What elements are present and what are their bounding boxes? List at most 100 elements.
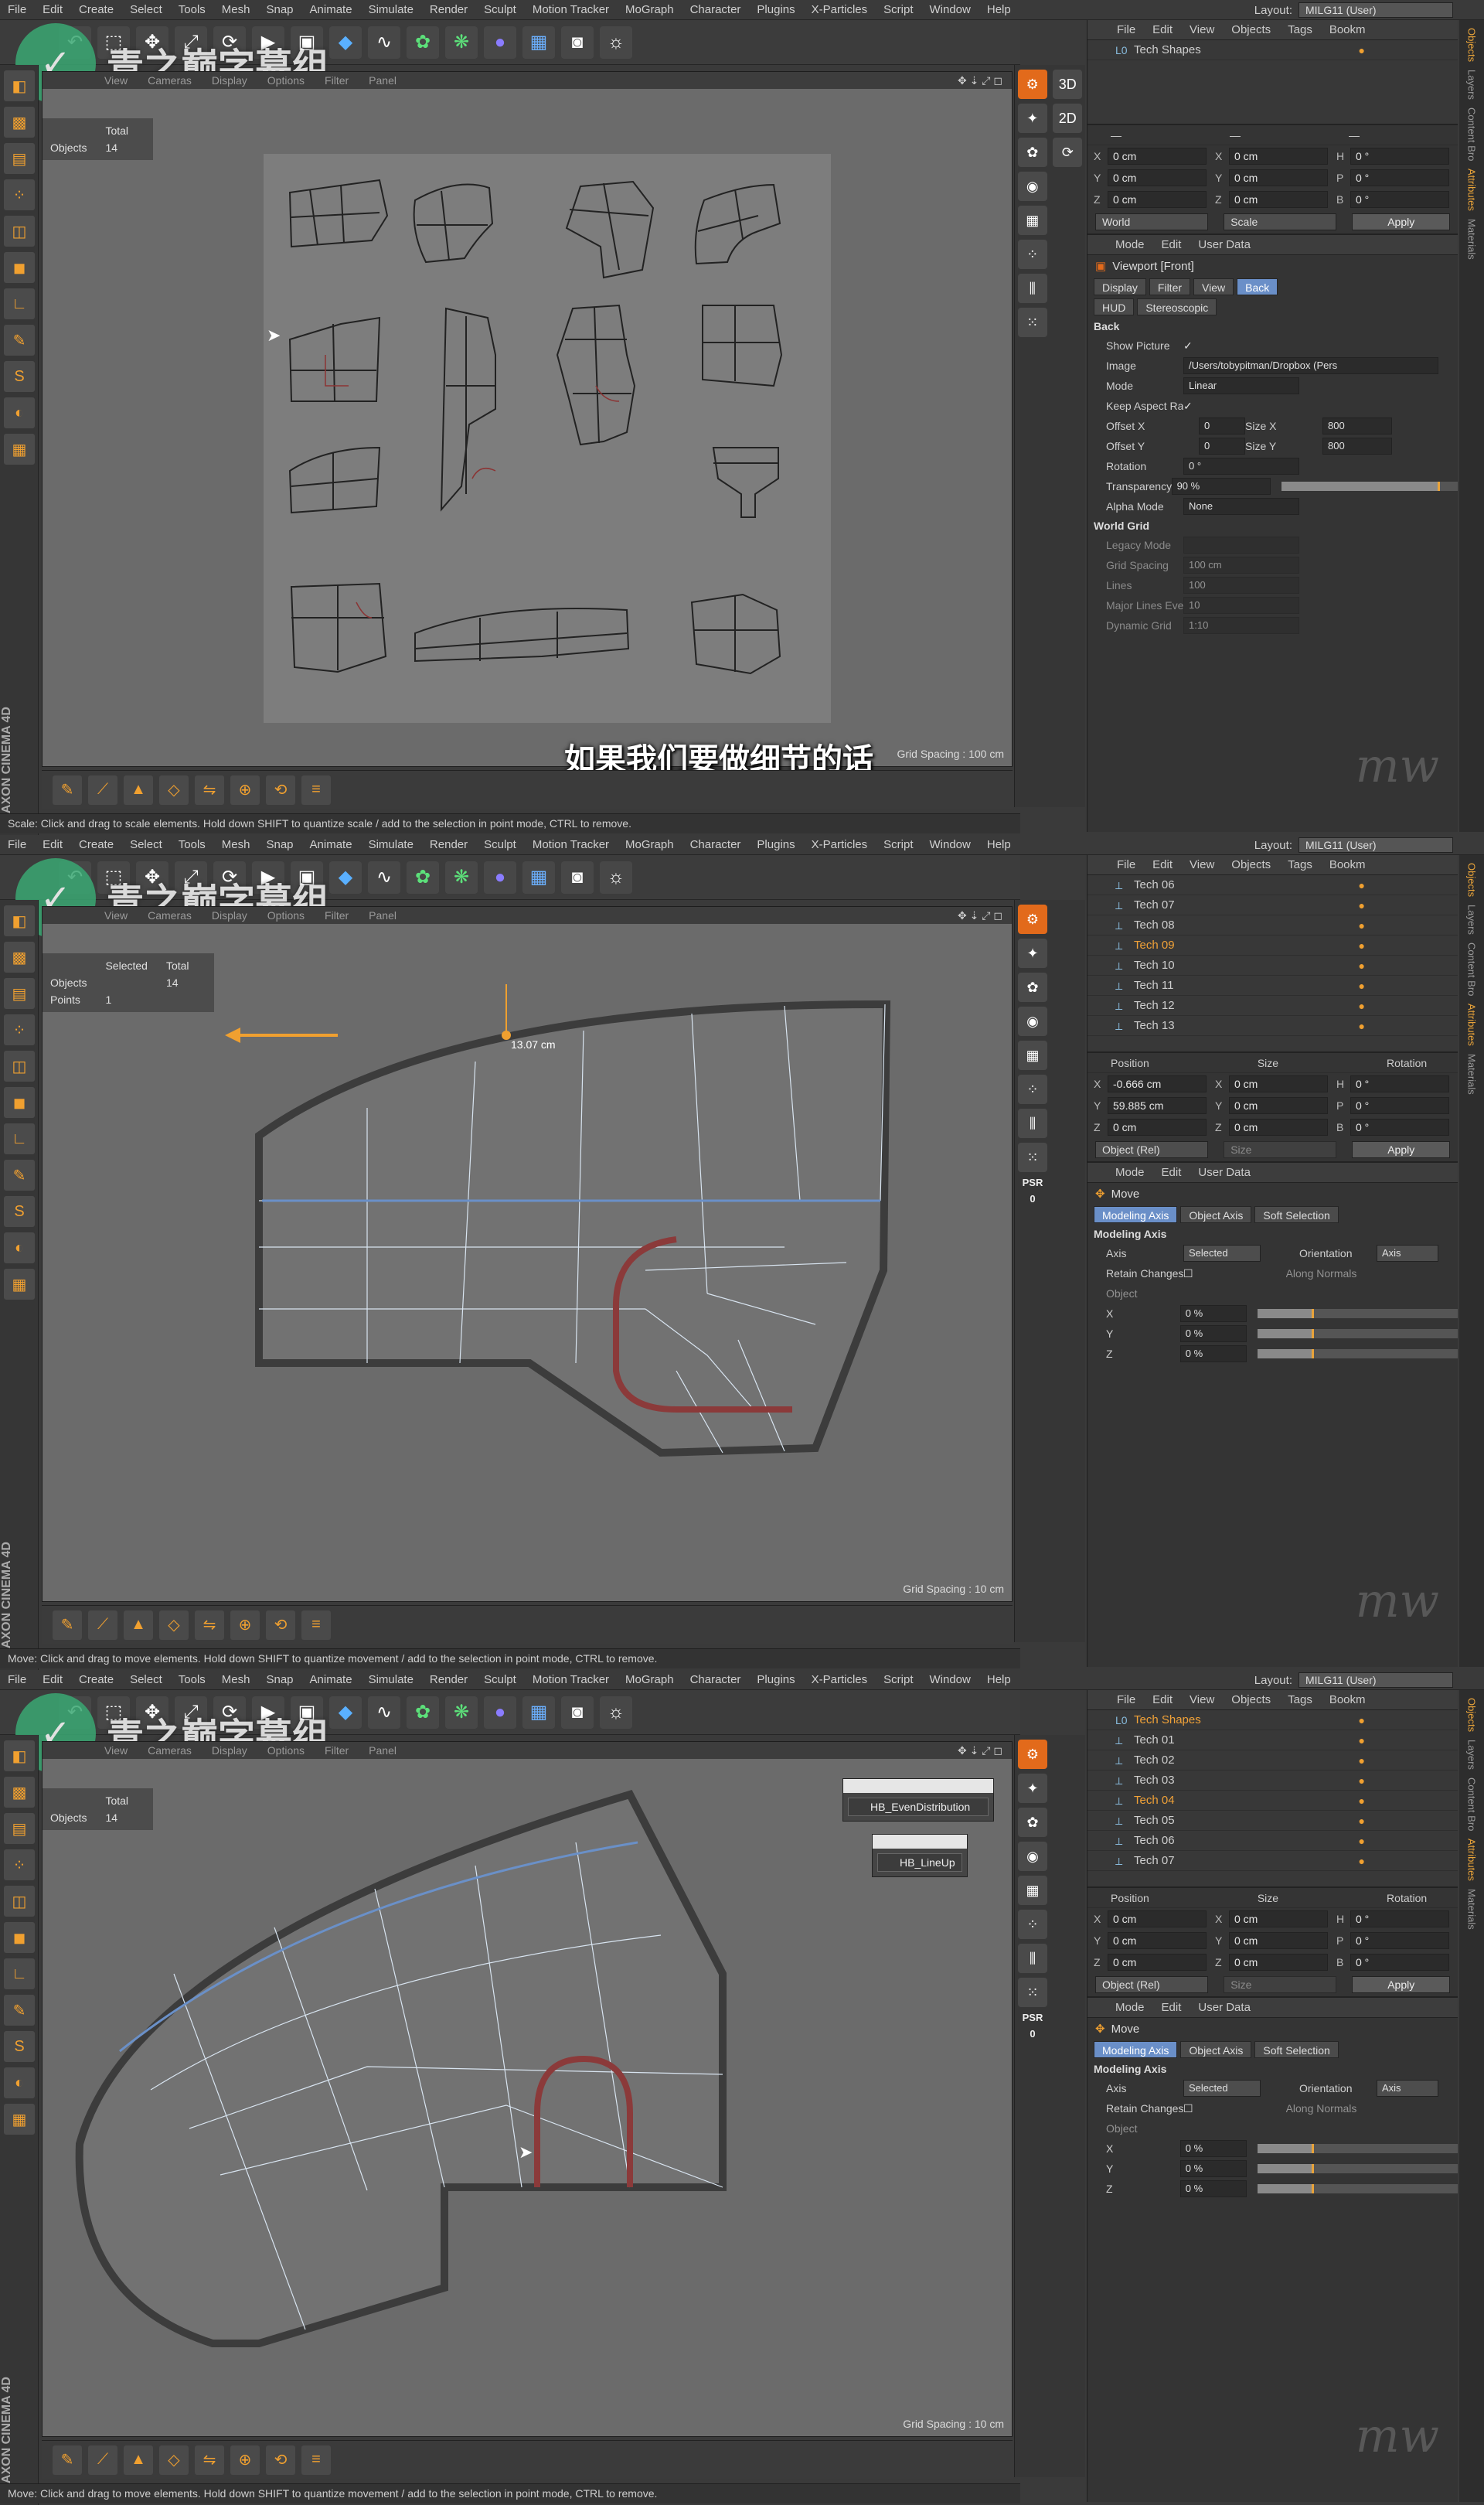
menu-file[interactable]: File: [8, 838, 26, 851]
menu-script[interactable]: Script: [883, 838, 913, 851]
tag-icon[interactable]: ●: [1359, 1794, 1365, 1807]
cube-icon[interactable]: ◆: [329, 861, 362, 894]
property-field[interactable]: 10: [1183, 597, 1299, 614]
tag-icon[interactable]: ●: [1359, 919, 1365, 932]
light-icon[interactable]: ☼: [600, 26, 632, 59]
coord-field[interactable]: 0 cm: [1229, 1910, 1328, 1927]
tag-icon[interactable]: ●: [1359, 879, 1365, 891]
coord-field[interactable]: 0 cm: [1229, 1954, 1328, 1971]
property-field[interactable]: Linear: [1183, 377, 1299, 394]
grid-icon[interactable]: ▦: [1018, 1041, 1047, 1070]
attr-menu-mode[interactable]: Mode: [1115, 238, 1145, 251]
menu-snap[interactable]: Snap: [266, 838, 293, 851]
viewport[interactable]: View Cameras Display Options Filter Panel ✥ ⇣ …: [42, 71, 1013, 767]
bevel-icon[interactable]: ◇: [159, 1610, 189, 1640]
object-menu-view[interactable]: View: [1190, 858, 1214, 871]
points-mode-icon[interactable]: ⁘: [4, 179, 35, 210]
xyz-slider[interactable]: [1258, 2164, 1458, 2173]
symmetry-icon[interactable]: ⫼: [1018, 1944, 1047, 1973]
menu-simulate[interactable]: Simulate: [369, 838, 414, 851]
menu-x-particles[interactable]: X-Particles: [812, 3, 868, 16]
menu-animate[interactable]: Animate: [310, 1673, 352, 1686]
tag-icon[interactable]: ●: [1359, 959, 1365, 972]
menu-mesh[interactable]: Mesh: [222, 838, 250, 851]
axis-dropdown[interactable]: Selected: [1183, 1245, 1261, 1262]
tag-icon[interactable]: ●: [1359, 939, 1365, 952]
side-tab-objects[interactable]: Objects: [1466, 28, 1478, 62]
property-field[interactable]: 100 cm: [1183, 557, 1299, 574]
side-tab-layers[interactable]: Layers: [1466, 70, 1478, 100]
xyz-slider[interactable]: [1258, 1329, 1458, 1338]
viewport-nav-icon[interactable]: ✥ ⇣ ⤢ ◻: [958, 74, 1002, 87]
object-menu-edit[interactable]: Edit: [1152, 1693, 1173, 1706]
texture-mode-icon[interactable]: ▩: [4, 107, 35, 138]
null-object-icon[interactable]: ✦: [1018, 939, 1047, 968]
menu-create[interactable]: Create: [79, 838, 114, 851]
menu-mograph[interactable]: MoGraph: [625, 838, 674, 851]
property-field[interactable]: None: [1183, 498, 1299, 515]
retain-changes-checkbox[interactable]: ☐: [1183, 2102, 1193, 2115]
object-row[interactable]: ⟂ Tech 03 ●: [1087, 1771, 1458, 1791]
coord-field[interactable]: 0 cm: [1229, 1097, 1328, 1114]
attr-menu-edit[interactable]: Edit: [1162, 1166, 1182, 1179]
menu-motion-tracker[interactable]: Motion Tracker: [533, 3, 609, 16]
coord-mode-dropdown[interactable]: Size: [1224, 1976, 1337, 1993]
lock-icon[interactable]: ▦: [4, 2104, 35, 2135]
spline-icon[interactable]: ∿: [368, 26, 400, 59]
environment-icon[interactable]: ●: [484, 26, 516, 59]
menu-file[interactable]: File: [8, 1673, 26, 1686]
property-field[interactable]: 1:10: [1183, 617, 1299, 634]
attr-menu-mode[interactable]: Mode: [1115, 2001, 1145, 2014]
layout-selector[interactable]: Layout: MILG11 (User): [1254, 1672, 1453, 1688]
light-icon[interactable]: ☼: [600, 861, 632, 894]
property-field[interactable]: 0: [1199, 418, 1245, 435]
workplane-icon[interactable]: ▤: [4, 1813, 35, 1844]
tag-icon[interactable]: ●: [1359, 1774, 1365, 1787]
object-row[interactable]: ⟂ Tech 05 ●: [1087, 1811, 1458, 1831]
snap-icon[interactable]: S: [4, 1196, 35, 1227]
floor-icon[interactable]: ▦: [522, 1696, 555, 1729]
tag-icon[interactable]: ●: [1359, 1734, 1365, 1747]
coord-field[interactable]: -0.666 cm: [1108, 1075, 1207, 1092]
deformer-icon[interactable]: ❋: [445, 26, 478, 59]
menu-animate[interactable]: Animate: [310, 838, 352, 851]
tag-icon[interactable]: ●: [1359, 1020, 1365, 1032]
bevel-icon[interactable]: ◇: [159, 775, 189, 805]
object-row[interactable]: ⟂ Tech 07 ●: [1087, 895, 1458, 915]
menu-file[interactable]: File: [8, 3, 26, 16]
layout-dropdown[interactable]: MILG11 (User): [1298, 837, 1453, 853]
coord-system-dropdown[interactable]: Object (Rel): [1095, 1141, 1209, 1158]
floor-icon[interactable]: ▦: [522, 861, 555, 894]
coord-system-dropdown[interactable]: Object (Rel): [1095, 1976, 1209, 1993]
coord-field[interactable]: 0 cm: [1229, 148, 1328, 165]
viewport[interactable]: View Cameras Display Options Filter Panel ✥ ⇣ …: [42, 1741, 1013, 2437]
menu-create[interactable]: Create: [79, 3, 114, 16]
coord-field[interactable]: 0 cm: [1229, 169, 1328, 186]
viewport-menu-view[interactable]: View: [104, 74, 128, 87]
object-menu-objects[interactable]: Objects: [1231, 858, 1271, 871]
edges-mode-icon[interactable]: ◫: [4, 1886, 35, 1917]
side-tab-objects[interactable]: Objects: [1466, 1698, 1478, 1732]
workplane-icon[interactable]: ▤: [4, 978, 35, 1009]
menu-select[interactable]: Select: [130, 3, 162, 16]
brush-icon[interactable]: ✎: [53, 775, 82, 805]
xyz-slider[interactable]: [1258, 1349, 1458, 1358]
tweak-icon[interactable]: ✎: [4, 1995, 35, 2026]
bevel-icon[interactable]: ◇: [159, 2445, 189, 2475]
object-row[interactable]: ⟂ Tech 10 ●: [1087, 956, 1458, 976]
menu-character[interactable]: Character: [690, 838, 741, 851]
menu-x-particles[interactable]: X-Particles: [812, 838, 868, 851]
property-checkbox[interactable]: ✓: [1183, 339, 1193, 353]
property-field[interactable]: 0: [1199, 438, 1245, 455]
tag-icon[interactable]: ●: [1359, 1754, 1365, 1767]
menu-sculpt[interactable]: Sculpt: [484, 1673, 516, 1686]
apply-button[interactable]: Apply: [1352, 1976, 1450, 1993]
even-distribution-button[interactable]: HB_EvenDistribution: [848, 1798, 989, 1816]
tag-icon[interactable]: ●: [1359, 899, 1365, 912]
tab-view[interactable]: View: [1193, 278, 1234, 295]
tab-modeling-axis[interactable]: Modeling Axis: [1094, 2041, 1178, 2058]
object-row[interactable]: ⟂ Tech 12 ●: [1087, 996, 1458, 1016]
coord-field[interactable]: 0 cm: [1108, 1954, 1207, 1971]
snap-icon[interactable]: S: [4, 361, 35, 392]
generator-icon[interactable]: ✿: [1018, 1808, 1047, 1837]
